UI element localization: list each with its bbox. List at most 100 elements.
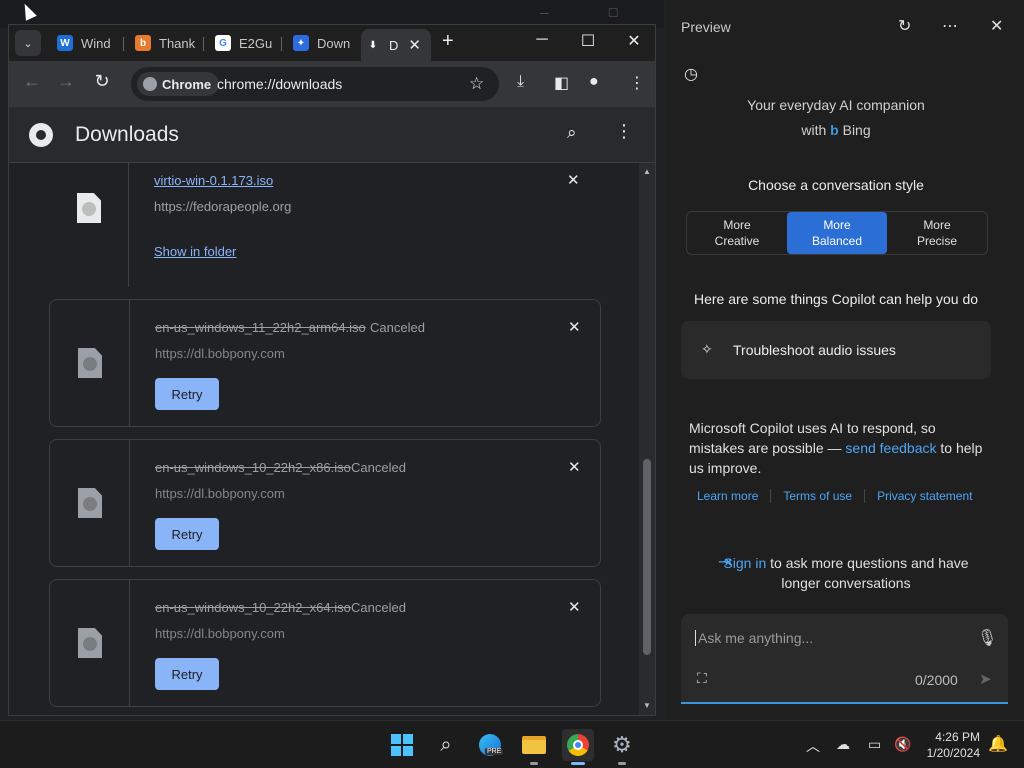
chat-input-placeholder[interactable]: Ask me anything... <box>695 630 813 646</box>
download-item: en-us_windows_10_22h2_x64.iso Canceled h… <box>49 579 601 707</box>
send-feedback-link[interactable]: send feedback <box>845 440 936 456</box>
retry-button[interactable]: Retry <box>155 378 219 410</box>
copilot-title: Preview <box>681 19 731 35</box>
file-source-url[interactable]: https://fedorapeople.org <box>154 199 291 214</box>
close-tab-icon[interactable]: ✕ <box>408 36 421 54</box>
remove-item-icon[interactable]: ✕ <box>568 598 581 616</box>
puzzle-favicon-icon: ✦ <box>293 35 309 51</box>
conversation-style-selector: More Creative More Balanced More Precise <box>686 211 988 255</box>
omnibox[interactable]: Chrome chrome://downloads ☆ <box>131 67 499 101</box>
settings-app[interactable]: ⚙ <box>606 729 638 765</box>
side-panel-icon[interactable]: ◧ <box>554 73 569 93</box>
site-chip[interactable]: Chrome <box>137 72 220 96</box>
learn-more-link[interactable]: Learn more <box>689 489 770 503</box>
tab-separator <box>281 37 282 51</box>
download-item: en-us_windows_11_22h2_arm64.iso Canceled… <box>49 299 601 427</box>
sign-in-link[interactable]: Sign in <box>723 555 766 571</box>
retry-button[interactable]: Retry <box>155 658 219 690</box>
tab-windows[interactable]: W Wind <box>53 29 117 57</box>
suggestion-card[interactable]: ✧ Troubleshoot audio issues <box>681 321 991 379</box>
disc-file-icon <box>78 348 102 378</box>
search-button[interactable]: ⌕ <box>430 729 462 761</box>
style-creative-button[interactable]: More Creative <box>687 212 787 254</box>
chevron-down-icon: ⌄ <box>23 37 33 50</box>
windows-logo-icon <box>391 734 413 756</box>
file-source-url[interactable]: https://dl.bobpony.com <box>155 486 285 501</box>
maximize-button[interactable]: ☐ <box>565 31 611 51</box>
chevron-up-icon[interactable]: ︿ <box>806 736 820 756</box>
forward-button[interactable]: → <box>53 71 79 92</box>
close-icon[interactable]: ✕ <box>990 16 1003 36</box>
tab-e2guide[interactable]: G E2Gu <box>211 29 275 57</box>
windows-favicon-icon: W <box>57 35 73 51</box>
retry-button[interactable]: Retry <box>155 518 219 550</box>
volume-muted-icon[interactable]: 🔇 <box>894 736 911 753</box>
onedrive-icon[interactable]: ☁ <box>836 736 850 753</box>
menu-kebab-icon[interactable]: ⋮ <box>629 73 645 93</box>
edge-beta-app[interactable]: PRE <box>474 729 506 761</box>
more-options-icon[interactable]: ⋮ <box>615 121 633 142</box>
chrome-app[interactable] <box>562 729 594 765</box>
tab-label: Thank <box>159 35 196 51</box>
show-in-folder-link[interactable]: Show in folder <box>154 244 236 259</box>
remove-item-icon[interactable]: ✕ <box>567 171 580 189</box>
chat-input-box[interactable]: Ask me anything... 🎙 ⛶ 0/2000 ➤ <box>681 614 1008 704</box>
file-name[interactable]: en-us_windows_10_22h2_x64.iso <box>155 600 351 615</box>
disc-file-icon <box>78 628 102 658</box>
style-precise-button[interactable]: More Precise <box>887 212 987 254</box>
minimize-button[interactable]: ─ <box>519 31 565 49</box>
new-tab-button[interactable]: + <box>442 30 454 53</box>
taskbar: ⌕ PRE ⚙ ︿ ☁ ▭ 🔇 4:26 PM 1/20/2024 🔔 <box>0 720 1024 768</box>
file-source-url[interactable]: https://dl.bobpony.com <box>155 346 285 361</box>
scrollbar[interactable]: ▲ ▼ <box>639 163 655 715</box>
tab-down[interactable]: ✦ Down <box>289 29 355 57</box>
refresh-icon[interactable]: ↻ <box>898 16 911 36</box>
network-icon[interactable]: ▭ <box>868 736 881 753</box>
active-indicator <box>571 762 585 765</box>
file-name-link[interactable]: virtio-win-0.1.173.iso <box>154 173 273 188</box>
tab-downloads-active[interactable]: ⬇ D ✕ <box>361 29 431 61</box>
style-balanced-button[interactable]: More Balanced <box>787 212 887 254</box>
file-name[interactable]: en-us_windows_10_22h2_x86.iso <box>155 460 351 475</box>
notification-bell-icon[interactable]: 🔔 <box>988 734 1008 754</box>
downloads-icon[interactable]: ⤓ <box>517 73 524 91</box>
file-name[interactable]: en-us_windows_11_22h2_arm64.iso <box>155 320 366 335</box>
profile-icon[interactable]: ● <box>589 73 599 91</box>
microphone-icon[interactable]: 🎙 <box>977 628 997 648</box>
tab-search-button[interactable]: ⌄ <box>15 30 41 56</box>
send-icon[interactable]: ➤ <box>979 670 992 688</box>
disc-file-icon <box>78 488 102 518</box>
history-icon[interactable]: ◷ <box>684 64 698 84</box>
status-text: Canceled <box>351 600 406 615</box>
terms-of-use-link[interactable]: Terms of use <box>770 489 864 503</box>
page-title: Downloads <box>75 123 179 146</box>
start-button[interactable] <box>386 729 418 761</box>
file-source-url[interactable]: https://dl.bobpony.com <box>155 626 285 641</box>
privacy-statement-link[interactable]: Privacy statement <box>864 489 984 503</box>
scroll-down-arrow-icon[interactable]: ▼ <box>643 701 651 710</box>
screenshot-icon[interactable]: ⛶ <box>697 670 707 687</box>
more-options-icon[interactable]: ⋯ <box>942 16 958 36</box>
scroll-thumb[interactable] <box>643 459 651 655</box>
site-chip-label: Chrome <box>162 76 212 92</box>
sign-in-text: to ask more questions and have longer co… <box>766 555 969 591</box>
file-explorer-app[interactable] <box>518 729 550 765</box>
scroll-up-arrow-icon[interactable]: ▲ <box>643 167 651 176</box>
toolbar: ← → ↻ Chrome chrome://downloads ☆ ⤓ ◧ ● … <box>9 61 655 107</box>
close-window-button[interactable]: ✕ <box>611 31 655 51</box>
search-icon[interactable]: ⌕ <box>567 123 577 143</box>
clock[interactable]: 4:26 PM 1/20/2024 <box>918 729 980 761</box>
chrome-logo-icon <box>29 123 53 147</box>
status-text: Canceled <box>351 460 406 475</box>
remove-item-icon[interactable]: ✕ <box>568 318 581 336</box>
sparkle-wand-icon: ✧ <box>701 341 713 357</box>
folder-icon <box>522 736 546 754</box>
remove-item-icon[interactable]: ✕ <box>568 458 581 476</box>
blender-favicon-icon: b <box>135 35 151 51</box>
tab-thank[interactable]: b Thank <box>131 29 197 57</box>
url-text[interactable]: chrome://downloads <box>217 76 342 92</box>
back-button[interactable]: ← <box>19 71 45 92</box>
bing-logo-icon: b <box>830 122 843 138</box>
bookmark-star-icon[interactable]: ☆ <box>469 74 484 94</box>
reload-button[interactable]: ↻ <box>89 71 115 92</box>
